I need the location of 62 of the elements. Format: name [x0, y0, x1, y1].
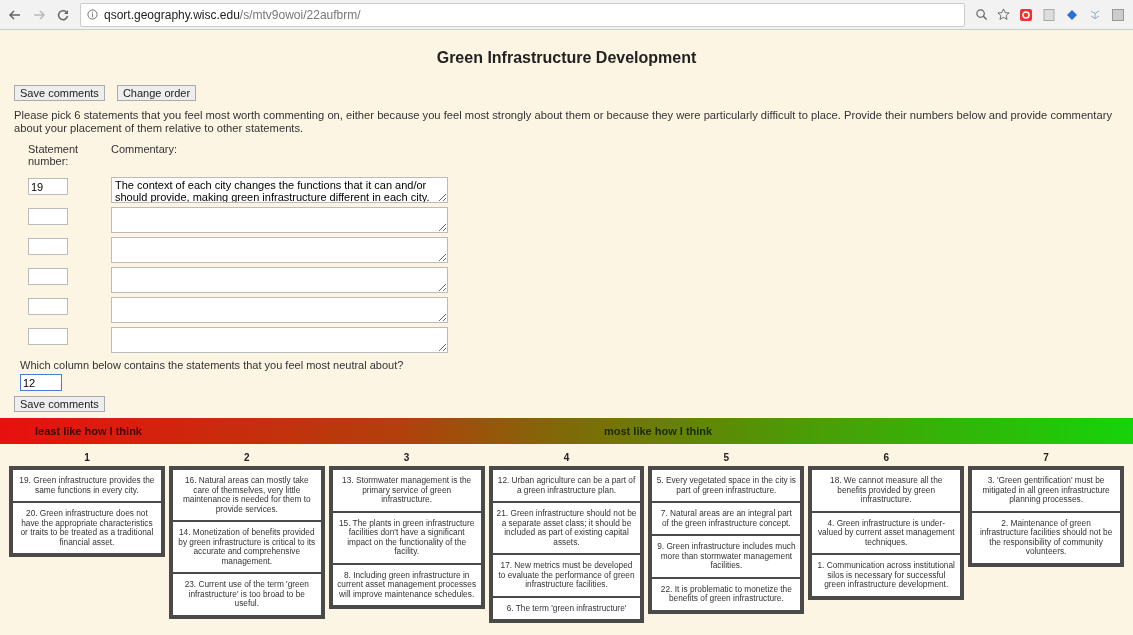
- statement-card[interactable]: 13. Stormwater management is the primary service of green infrastructure.: [332, 470, 481, 511]
- page-button[interactable]: Save comments: [14, 85, 105, 101]
- column-number: 3: [402, 452, 411, 463]
- scale-label: least like how I think: [35, 425, 142, 437]
- info-icon: [87, 9, 98, 20]
- statement-card[interactable]: 20. Green infrastructure does not have the appropriate characteristics or traits to be treated as a traditional financial asset.: [13, 503, 161, 553]
- scale-label: most like how I think: [604, 425, 713, 437]
- address-bar[interactable]: qsort.geography.wisc.edu/s/mtv9owoi/22aufbrm/: [80, 2, 965, 27]
- back-icon[interactable]: [8, 7, 22, 22]
- statement-number-field[interactable]: [28, 298, 68, 315]
- statement-card[interactable]: 23. Current use of the term 'green infrastructure' is too broad to be useful.: [172, 574, 321, 615]
- statement-card[interactable]: 16. Natural areas can mostly take care of themselves, very little maintenance is needed for them to provide services.: [172, 470, 321, 520]
- statement-number-field[interactable]: [28, 208, 68, 225]
- column-header: Statement number:: [28, 143, 78, 167]
- reload-icon[interactable]: [56, 7, 70, 22]
- commentary-field[interactable]: [111, 327, 448, 353]
- save-comments-button[interactable]: Save comments: [14, 396, 105, 412]
- extension-icon[interactable]: [1019, 7, 1033, 22]
- statement-card[interactable]: 9. Green infrastructure includes much more than stormwater management facilities.: [652, 536, 801, 577]
- statement-card[interactable]: 14. Monetization of benefits provided by green infrastructure is critical to its accurate and comprehensive management.: [172, 522, 321, 572]
- statement-card[interactable]: 3. 'Green gentrification' must be mitigated in all green infrastructure planning processes.: [972, 470, 1120, 511]
- commentary-field[interactable]: [111, 237, 448, 263]
- statement-card[interactable]: 12. Urban agriculture can be a part of a green infrastructure plan.: [492, 470, 641, 501]
- column-number: 1: [83, 452, 91, 463]
- statement-card[interactable]: 17. New metrics must be developed to evaluate the performance of green infrastructure facilities.: [492, 555, 641, 596]
- statement-card[interactable]: 15. The plants in green infrastructure facilities don't have a significant impact on the functionality of the facility.: [332, 512, 481, 563]
- statement-number-field[interactable]: [28, 238, 68, 255]
- statement-number-field[interactable]: [28, 328, 68, 345]
- forward-icon[interactable]: [32, 7, 46, 22]
- column-number: 6: [882, 452, 890, 463]
- statement-card[interactable]: 21. Green infrastructure should not be a separate asset class; it should be included as part of existing capital assets.: [492, 503, 641, 553]
- neutral-column-field[interactable]: 12: [20, 374, 62, 391]
- question-text: Which column below contains the statements that you feel most neutral about?: [20, 359, 404, 371]
- statement-number-field[interactable]: [28, 268, 68, 285]
- column-number: 4: [562, 452, 571, 463]
- page-button[interactable]: Change order: [116, 85, 197, 101]
- commentary-field[interactable]: [111, 207, 448, 233]
- statement-card[interactable]: 7. Natural areas are an integral part of the green infrastructure concept.: [652, 503, 801, 534]
- statement-card[interactable]: 6. The term 'green infrastructure': [492, 597, 641, 619]
- column-number: 5: [722, 452, 731, 463]
- url-text: qsort.geography.wisc.edu/s/mtv9owoi/22aufbrm/: [104, 7, 361, 22]
- statement-card[interactable]: 2. Maintenance of green infrastructure facilities should not be the responsibility of community volunteers.: [972, 512, 1120, 563]
- statement-card[interactable]: 22. It is problematic to monetize the benefits of green infrastructure.: [652, 578, 801, 610]
- document-icon[interactable]: [1042, 7, 1056, 22]
- star-icon[interactable]: [997, 8, 1010, 21]
- statement-card[interactable]: 19. Green infrastructure provides the same functions in every city.: [13, 470, 161, 501]
- statement-number-field[interactable]: 19: [28, 178, 68, 195]
- column-header: Commentary:: [111, 143, 179, 155]
- statement-card[interactable]: 8. Including green infrastructure in current asset management processes will improve maintenance schedules.: [332, 564, 481, 605]
- statement-card[interactable]: 5. Every vegetated space in the city is part of green infrastructure.: [652, 470, 801, 501]
- column-number: 7: [1042, 452, 1050, 463]
- statement-card[interactable]: 18. We cannot measure all the benefits provided by green infrastructure.: [812, 470, 961, 511]
- page-title: Green Infrastructure Development: [435, 48, 698, 67]
- statement-card[interactable]: 1. Communication across institutional silos is necessary for successful green infrastructure development.: [812, 555, 961, 596]
- extension-icon[interactable]: [1111, 7, 1125, 22]
- zoom-icon[interactable]: [975, 8, 988, 21]
- instructions-text: Please pick 6 statements that you feel most worth commenting on, either because you feel most strongly about them or because they were particularly difficult to place. Provide their numbers below and provide commentary about your placement of them relative to other statements.: [14, 109, 1113, 135]
- statement-card[interactable]: 4. Green infrastructure is under-valued by current asset management techniques.: [812, 512, 961, 553]
- diamond-icon[interactable]: [1065, 7, 1079, 22]
- commentary-field[interactable]: [111, 297, 448, 323]
- column-number: 2: [243, 452, 251, 463]
- commentary-field[interactable]: [111, 267, 448, 293]
